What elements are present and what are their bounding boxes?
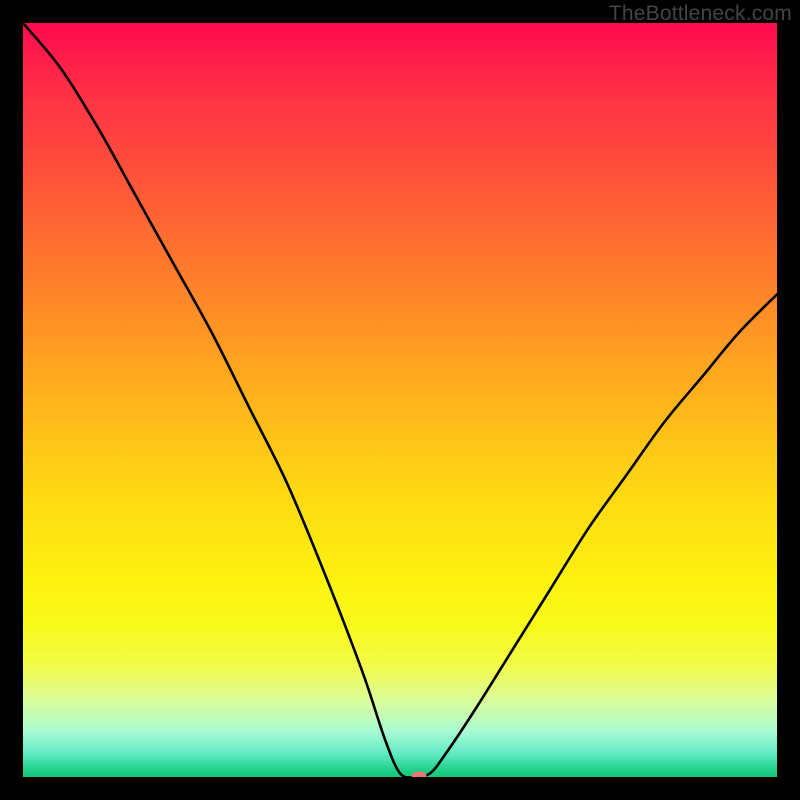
bottleneck-curve	[23, 23, 777, 777]
chart-area	[23, 23, 777, 777]
optimal-point-marker	[411, 772, 426, 778]
watermark-text: TheBottleneck.com	[609, 2, 792, 26]
